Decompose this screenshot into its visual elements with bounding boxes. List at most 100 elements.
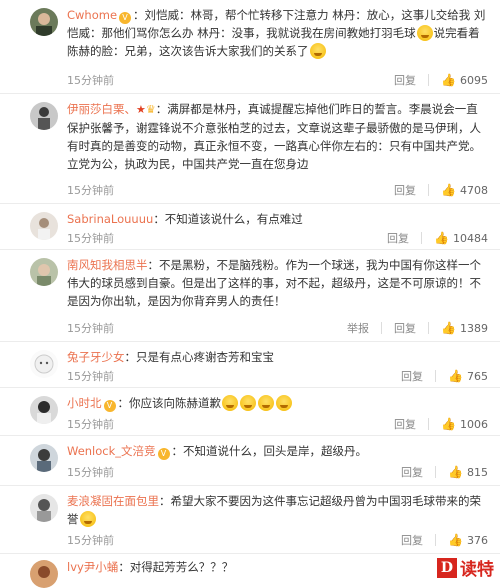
emoji-icon bbox=[416, 25, 433, 41]
thumbs-up-icon: 👍 bbox=[448, 369, 463, 383]
like-count: 815 bbox=[467, 465, 488, 479]
reply-button[interactable]: 回复 bbox=[394, 416, 416, 432]
vip-badge-icon: V bbox=[119, 12, 132, 24]
like-count: 10484 bbox=[453, 231, 488, 245]
comment-text: 麦浪凝固在面包里：希望大家不要因为这件事忘记超级丹曾为中国羽毛球带来的荣誉 bbox=[67, 494, 481, 527]
comment-text: 伊丽莎白栗、★♛：满屏都是林丹，真诚提醒忘掉他们昨日的誓言。李晨说会一直保护张馨… bbox=[67, 102, 481, 171]
like-button[interactable]: 👍 815 bbox=[448, 465, 488, 479]
divider bbox=[381, 322, 383, 334]
avatar[interactable] bbox=[30, 102, 58, 130]
comment-item: 伊丽莎白栗、★♛：满屏都是林丹，真诚提醒忘掉他们昨日的誓言。李晨说会一直保护张馨… bbox=[0, 94, 500, 204]
vip-badge-icon: V bbox=[157, 448, 170, 460]
like-button[interactable]: 👍 1006 bbox=[441, 417, 488, 431]
timestamp: 15分钟前 bbox=[67, 418, 114, 431]
comment-item: 麦浪凝固在面包里：希望大家不要因为这件事忘记超级丹曾为中国羽毛球带来的荣誉 15… bbox=[0, 486, 500, 554]
watermark-text: 读特 bbox=[460, 560, 494, 580]
comment-item: 小时北 V ：你应该向陈赫道歉 15分钟前 回复 👍 1006 bbox=[0, 388, 500, 436]
reply-button[interactable]: 回复 bbox=[401, 368, 423, 384]
like-count: 376 bbox=[467, 533, 488, 547]
emoji-icon bbox=[309, 43, 326, 59]
username-link[interactable]: 南风知我相思半 bbox=[67, 258, 148, 272]
star-badge-icon: ★ bbox=[136, 103, 146, 116]
comment-text: SabrinaLouuuu：不知道该说什么，有点难过 bbox=[67, 212, 303, 226]
like-button[interactable]: 👍 1389 bbox=[441, 321, 488, 335]
laughing-emoji-icon bbox=[240, 395, 256, 411]
comment-text: lvy尹小蛹：对得起芳芳么？？？ bbox=[67, 560, 234, 574]
like-button[interactable]: 👍 765 bbox=[448, 369, 488, 383]
comment-text: 兔子牙少女：只是有点心疼谢杏芳和宝宝 bbox=[67, 350, 274, 364]
timestamp: 15分钟前 bbox=[67, 74, 114, 87]
reply-button[interactable]: 回复 bbox=[401, 532, 423, 548]
timestamp: 15分钟前 bbox=[67, 466, 114, 479]
username-link[interactable]: 麦浪凝固在面包里 bbox=[67, 494, 159, 508]
thumbs-up-icon: 👍 bbox=[448, 465, 463, 479]
thumbs-up-icon: 👍 bbox=[434, 231, 449, 245]
comment-item: Wenlock_文涪竞 V ：不知道说什么，回头是岸，超级丹。 15分钟前 回复 👍… bbox=[0, 436, 500, 486]
username-link[interactable]: 兔子牙少女 bbox=[67, 350, 125, 364]
divider bbox=[428, 184, 430, 196]
like-button[interactable]: 👍 6095 bbox=[441, 73, 488, 87]
comment-item: 南风知我相思半：不是黑粉，不是脑残粉。作为一个球迷，我为中国有你这样一个伟大的球… bbox=[0, 250, 500, 342]
avatar[interactable] bbox=[30, 494, 58, 522]
divider bbox=[435, 466, 437, 478]
comment-feed: Cwhome V ：刘恺威：林哥，帮个忙转移下注意力 林丹：放心，这事儿交给我 刘恺… bbox=[0, 0, 500, 588]
like-button[interactable]: 👍 10484 bbox=[434, 231, 488, 245]
like-count: 6095 bbox=[460, 73, 488, 87]
comment-text: 小时北 V ：你应该向陈赫道歉 bbox=[67, 394, 488, 412]
watermark-box: D bbox=[437, 557, 457, 578]
crying-emoji-icon bbox=[79, 511, 96, 527]
divider bbox=[428, 322, 430, 334]
like-button[interactable]: 👍 4708 bbox=[441, 183, 488, 197]
username-link[interactable]: Cwhome bbox=[67, 8, 117, 22]
divider bbox=[428, 74, 430, 86]
avatar[interactable] bbox=[30, 444, 58, 472]
avatar[interactable] bbox=[30, 212, 58, 240]
username-link[interactable]: SabrinaLouuuu bbox=[67, 212, 153, 226]
timestamp: 15分钟前 bbox=[67, 184, 114, 197]
avatar[interactable] bbox=[30, 396, 58, 424]
avatar[interactable] bbox=[30, 350, 58, 378]
avatar[interactable] bbox=[30, 560, 58, 588]
comment-text: Wenlock_文涪竞 V ：不知道说什么，回头是岸，超级丹。 bbox=[67, 444, 368, 460]
laughing-emoji-icon bbox=[258, 395, 274, 411]
timestamp: 15分钟前 bbox=[67, 322, 114, 335]
reply-button[interactable]: 回复 bbox=[387, 230, 409, 246]
avatar[interactable] bbox=[30, 8, 58, 36]
reply-button[interactable]: 回复 bbox=[394, 182, 416, 198]
like-count: 4708 bbox=[460, 183, 488, 197]
timestamp: 15分钟前 bbox=[67, 534, 114, 547]
comment-item: 兔子牙少女：只是有点心疼谢杏芳和宝宝 15分钟前 回复 👍 765 bbox=[0, 342, 500, 388]
reply-button[interactable]: 回复 bbox=[394, 72, 416, 88]
comment-item: Cwhome V ：刘恺威：林哥，帮个忙转移下注意力 林丹：放心，这事儿交给我 刘恺… bbox=[0, 0, 500, 94]
divider bbox=[428, 418, 430, 430]
avatar[interactable] bbox=[30, 258, 58, 286]
thumbs-up-icon: 👍 bbox=[441, 73, 456, 87]
comment-item: SabrinaLouuuu：不知道该说什么，有点难过 15分钟前 回复 👍 104… bbox=[0, 204, 500, 250]
divider bbox=[435, 370, 437, 382]
comment-text: 南风知我相思半：不是黑粉，不是脑残粉。作为一个球迷，我为中国有你这样一个伟大的球… bbox=[67, 258, 481, 308]
thumbs-up-icon: 👍 bbox=[441, 321, 456, 335]
like-count: 765 bbox=[467, 369, 488, 383]
divider bbox=[421, 232, 423, 244]
username-link[interactable]: Wenlock_文涪竞 bbox=[67, 444, 156, 458]
like-button[interactable]: 👍 376 bbox=[448, 533, 488, 547]
like-count: 1006 bbox=[460, 417, 488, 431]
thumbs-up-icon: 👍 bbox=[441, 183, 456, 197]
username-link[interactable]: 小时北 bbox=[67, 396, 102, 410]
vip-badge-icon: V bbox=[103, 400, 116, 412]
watermark-logo: D 读特 bbox=[437, 555, 494, 580]
thumbs-up-icon: 👍 bbox=[448, 533, 463, 547]
like-count: 1389 bbox=[460, 321, 488, 335]
reply-button[interactable]: 回复 bbox=[401, 464, 423, 480]
crown-badge-icon: ♛ bbox=[145, 103, 156, 116]
reply-button[interactable]: 回复 bbox=[394, 320, 416, 336]
timestamp: 15分钟前 bbox=[67, 370, 114, 383]
laughing-emoji-icon bbox=[276, 395, 292, 411]
comment-text: Cwhome V ：刘恺威：林哥，帮个忙转移下注意力 林丹：放心，这事儿交给我 刘恺… bbox=[67, 8, 486, 59]
username-link[interactable]: lvy尹小蛹 bbox=[67, 560, 118, 574]
comment-item: lvy尹小蛹：对得起芳芳么？？？ bbox=[0, 554, 500, 588]
username-link[interactable]: 伊丽莎白栗、 bbox=[67, 102, 136, 116]
divider bbox=[435, 534, 437, 546]
report-button[interactable]: 举报 bbox=[347, 320, 369, 336]
laughing-emoji-icon bbox=[222, 395, 238, 411]
